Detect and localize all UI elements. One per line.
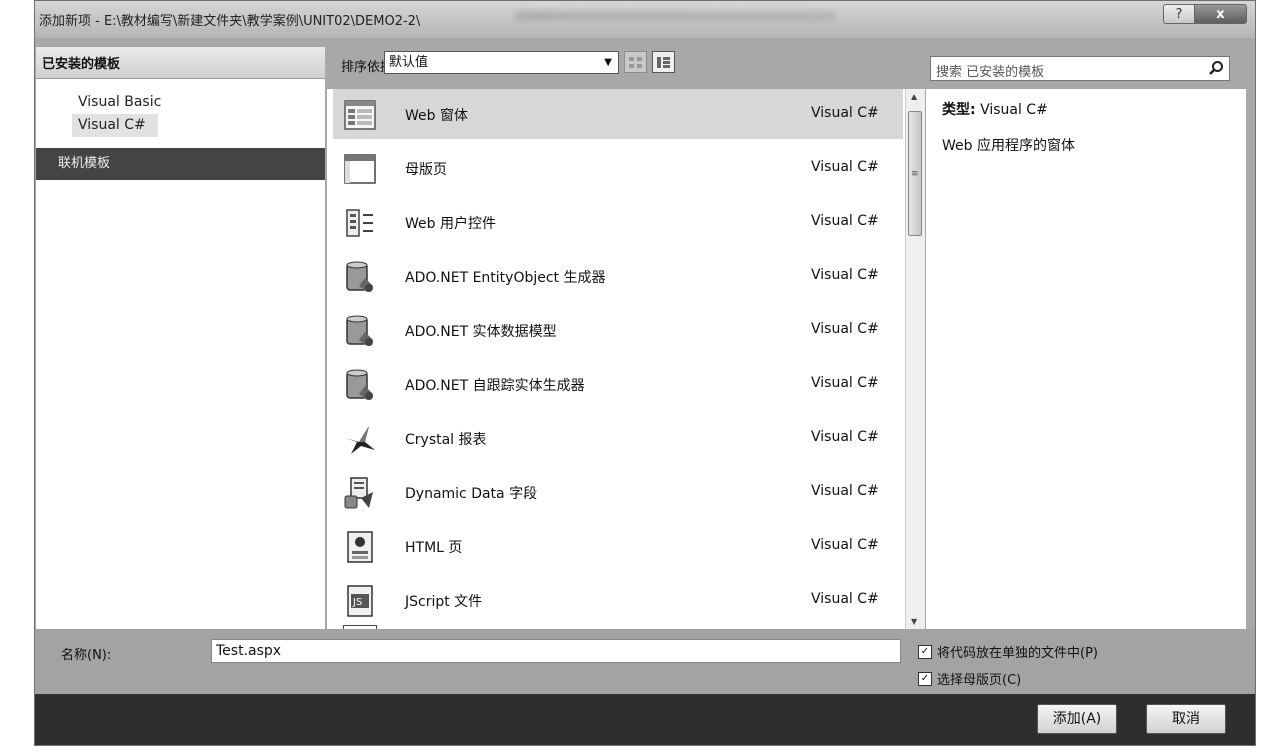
medium-icons-view-button[interactable] [624,51,647,73]
separate-code-label: 将代码放在单独的文件中(P) [937,646,1098,661]
master-page-icon [344,154,376,184]
template-type: Visual C# [811,159,879,175]
search-installed-templates-input[interactable]: 搜索 已安装的模板 [930,56,1230,81]
search-placeholder: 搜索 已安装的模板 [936,65,1045,80]
scroll-up-icon[interactable]: ▲ [911,92,917,101]
template-name: ADO.NET 自跟踪实体生成器 [405,378,585,394]
template-type: Visual C# [811,483,879,499]
select-master-page-option[interactable]: ✓ 选择母版页(C) [918,669,1021,688]
template-name: Web 窗体 [405,108,468,124]
web-form-icon [344,100,376,130]
type-label: 类型: [942,102,976,118]
close-button[interactable]: x [1195,4,1247,24]
tree-item-visual-basic[interactable]: Visual Basic [36,91,325,114]
template-item-entity-data-model[interactable]: ADO.NET 实体数据模型 Visual C# [333,305,903,355]
template-type: Visual C# [811,267,879,283]
add-button[interactable]: 添加(A) [1037,704,1117,734]
template-list: Web 窗体 Visual C# 母版页 Visual C# Web 用户控件 … [327,89,925,629]
title-bar[interactable]: 添加新项 - E:\教材编写\新建文件夹\教学案例\UNIT02\DEMO2-2… [35,1,1255,38]
item-options-area: 名称(N): Test.aspx ✓ 将代码放在单独的文件中(P) ✓ 选择母版… [35,629,1255,694]
template-type: Visual C# [811,537,879,553]
separate-code-file-option[interactable]: ✓ 将代码放在单独的文件中(P) [918,642,1098,661]
template-item-web-user-control[interactable]: Web 用户控件 Visual C# [333,197,903,247]
window-title: 添加新项 - E:\教材编写\新建文件夹\教学案例\UNIT02\DEMO2-2… [39,14,421,29]
template-name: ADO.NET 实体数据模型 [405,324,557,340]
user-control-icon [346,209,373,237]
cancel-button[interactable]: 取消 [1146,704,1226,734]
chevron-down-icon: ▼ [604,57,612,68]
details-view-button[interactable] [652,51,675,73]
template-item-master-page[interactable]: 母版页 Visual C# [333,143,903,193]
scroll-grip-icon: ≡ [911,169,919,179]
template-type: Visual C# [811,591,879,607]
help-button[interactable]: ? [1163,4,1195,24]
select-master-page-checkbox[interactable]: ✓ [918,671,932,686]
select-master-page-label: 选择母版页(C) [937,673,1022,688]
search-icon[interactable] [1208,60,1224,76]
grid-icon [629,56,642,68]
html-page-icon [347,531,373,563]
template-type: Visual C# [811,213,879,229]
template-item-web-form[interactable]: Web 窗体 Visual C# [333,89,903,139]
template-type: Visual C# [811,375,879,391]
list-view-icon [657,56,670,68]
template-description-panel: 类型: Visual C# Web 应用程序的窗体 [926,89,1246,629]
database-icon [346,261,373,292]
dialog-button-bar: 添加(A) 取消 [35,694,1255,745]
svg-text:JS: JS [352,597,362,608]
template-name: 母版页 [405,162,447,178]
name-input[interactable]: Test.aspx [211,639,901,663]
template-item-dynamic-data-field[interactable]: Dynamic Data 字段 Visual C# [333,467,903,517]
sort-by-select[interactable]: 默认值 ▼ [384,51,619,74]
online-templates-item[interactable]: 联机模板 [36,148,325,180]
template-item-html-page[interactable]: HTML 页 Visual C# [333,521,903,571]
template-item-entityobject-generator[interactable]: ADO.NET EntityObject 生成器 Visual C# [333,251,903,301]
template-type: Visual C# [811,321,879,337]
template-name: JScript 文件 [405,594,483,610]
scroll-down-icon[interactable]: ▼ [911,617,917,626]
template-name: ADO.NET EntityObject 生成器 [405,270,606,286]
template-description-text: Web 应用程序的窗体 [942,138,1075,154]
title-bar-blur [515,11,835,21]
type-value: Visual C# [980,102,1048,118]
template-item-self-tracking-entity-generator[interactable]: ADO.NET 自跟踪实体生成器 Visual C# [333,359,903,409]
template-name: Crystal 报表 [405,432,487,448]
template-list-scrollbar[interactable]: ▲ ≡ ▼ [905,89,925,629]
template-tree-panel: 已安装的模板 Visual Basic Visual C# 联机模板 [36,47,325,629]
jscript-file-icon: JS [347,585,373,617]
template-type: Visual C# [811,105,879,121]
template-name: Web 用户控件 [405,216,496,232]
database-icon [346,369,373,400]
sort-by-value: 默认值 [389,55,429,70]
database-icon [346,315,373,346]
crystal-report-icon [345,426,375,454]
dynamic-data-icon [344,477,373,509]
template-name: HTML 页 [405,540,463,556]
tree-item-visual-csharp[interactable]: Visual C# [72,114,158,137]
separate-code-checkbox[interactable]: ✓ [918,644,932,659]
template-type-info: 类型: Visual C# [942,99,1048,119]
template-type: Visual C# [811,429,879,445]
name-label: 名称(N): [61,648,112,663]
add-new-item-dialog: 添加新项 - E:\教材编写\新建文件夹\教学案例\UNIT02\DEMO2-2… [34,0,1256,746]
installed-templates-header: 已安装的模板 [36,47,325,79]
template-item-jscript-file[interactable]: JS JScript 文件 Visual C# [333,575,903,625]
template-name: Dynamic Data 字段 [405,486,538,502]
template-item-crystal-report[interactable]: Crystal 报表 Visual C# [333,413,903,463]
